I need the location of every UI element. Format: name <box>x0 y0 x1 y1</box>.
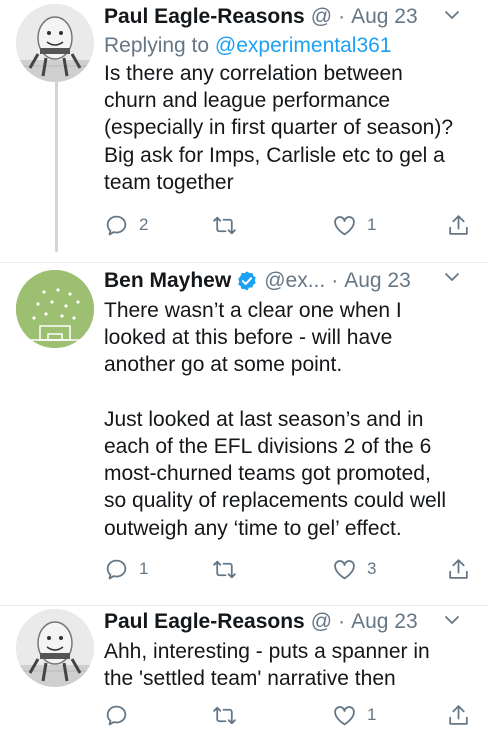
tweet-thread: Paul Eagle-Reasons @ · Aug 23 Replying t… <box>0 0 489 750</box>
heart-icon <box>334 559 355 579</box>
share-icon <box>449 214 468 235</box>
reply-icon <box>106 215 127 235</box>
timestamp[interactable]: Aug 23 <box>351 5 418 29</box>
humpty-dumpty-avatar-icon <box>16 4 94 82</box>
display-name[interactable]: Ben Mayhew <box>104 269 231 293</box>
separator: · <box>331 269 339 292</box>
like-count: 3 <box>367 559 377 578</box>
separator: · <box>338 5 346 28</box>
reply-count: 1 <box>139 559 149 578</box>
verified-badge-icon <box>236 270 258 292</box>
tweet-text: Is there any correlation between churn a… <box>104 62 453 194</box>
share-button[interactable] <box>446 703 471 728</box>
tweet-text: Ahh, interesting - puts a spanner in the… <box>104 640 430 691</box>
retweet-button[interactable] <box>212 213 247 238</box>
tweet-actions: 1 <box>104 700 474 730</box>
like-button[interactable]: 1 <box>332 703 376 728</box>
tweet-content: Paul Eagle-Reasons @ · Aug 23 Replying t… <box>104 0 473 196</box>
tweet[interactable]: Paul Eagle-Reasons @ · Aug 23 Replying t… <box>0 0 489 262</box>
replying-to-handle[interactable]: @experimental361 <box>215 34 392 57</box>
share-icon <box>449 558 468 579</box>
display-name[interactable]: Paul Eagle-Reasons <box>104 610 305 634</box>
reply-button[interactable]: 1 <box>104 557 148 582</box>
reply-count: 2 <box>139 215 149 234</box>
separator: · <box>338 610 346 633</box>
retweet-icon <box>213 216 236 234</box>
tweet-header: Ben Mayhew @ex... · Aug 23 <box>104 264 473 298</box>
avatar[interactable] <box>16 270 94 348</box>
like-count: 1 <box>367 215 377 234</box>
reply-button[interactable] <box>104 703 139 728</box>
chevron-down-icon[interactable] <box>443 268 461 286</box>
retweet-button[interactable] <box>212 703 247 728</box>
avatar[interactable] <box>16 609 94 687</box>
tweet[interactable]: Ben Mayhew @ex... · Aug 23 There wasn’t … <box>0 262 489 605</box>
replying-to-label: Replying to <box>104 34 210 57</box>
share-button[interactable] <box>446 213 471 238</box>
tweet-actions: 2 1 <box>104 210 474 240</box>
chevron-down-icon[interactable] <box>443 611 461 629</box>
humpty-dumpty-avatar-icon <box>16 609 94 687</box>
tweet-content: Paul Eagle-Reasons @ · Aug 23 Ahh, inter… <box>104 605 473 692</box>
tweet-header: Paul Eagle-Reasons @ · Aug 23 <box>104 605 473 639</box>
user-handle[interactable]: @ex... <box>264 269 325 293</box>
share-button[interactable] <box>446 557 471 582</box>
reply-icon <box>106 705 127 725</box>
heart-icon <box>334 215 355 235</box>
timestamp[interactable]: Aug 23 <box>351 610 418 634</box>
reply-button[interactable]: 2 <box>104 213 148 238</box>
display-name[interactable]: Paul Eagle-Reasons <box>104 5 305 29</box>
retweet-icon <box>213 560 236 578</box>
retweet-icon <box>213 706 236 724</box>
tweet-actions: 1 3 <box>104 554 474 584</box>
timestamp[interactable]: Aug 23 <box>344 269 411 293</box>
reply-icon <box>106 559 127 579</box>
like-count: 1 <box>367 705 377 724</box>
football-pitch-avatar-icon <box>16 270 94 348</box>
like-button[interactable]: 3 <box>332 557 376 582</box>
tweet[interactable]: Paul Eagle-Reasons @ · Aug 23 Ahh, inter… <box>0 605 489 750</box>
chevron-down-icon[interactable] <box>443 6 461 24</box>
share-icon <box>449 704 468 725</box>
avatar[interactable] <box>16 4 94 82</box>
retweet-button[interactable] <box>212 557 247 582</box>
tweet-content: Ben Mayhew @ex... · Aug 23 There wasn’t … <box>104 262 473 542</box>
tweet-text: There wasn’t a clear one when I looked a… <box>104 299 447 540</box>
thread-connector-line <box>55 80 58 252</box>
replying-to: Replying to @experimental361 <box>104 32 473 59</box>
user-handle[interactable]: @ <box>311 5 332 29</box>
tweet-header: Paul Eagle-Reasons @ · Aug 23 <box>104 0 473 34</box>
user-handle[interactable]: @ <box>311 610 332 634</box>
like-button[interactable]: 1 <box>332 213 376 238</box>
heart-icon <box>334 705 355 725</box>
